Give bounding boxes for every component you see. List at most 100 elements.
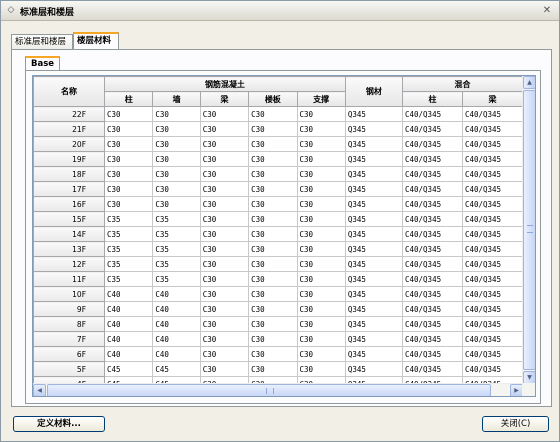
tab-floor-materials[interactable]: 楼层材料 [73, 32, 119, 50]
table-cell[interactable]: C40/Q345 [401, 331, 463, 347]
table-cell[interactable]: C30 [199, 181, 250, 197]
table-cell[interactable]: Q345 [344, 121, 403, 137]
table-cell[interactable]: C30 [199, 271, 250, 287]
table-cell[interactable]: Q345 [344, 316, 403, 332]
table-cell[interactable]: C30 [104, 106, 154, 122]
table-cell[interactable]: C30 [296, 196, 346, 212]
table-cell[interactable]: C40 [104, 316, 154, 332]
table-cell[interactable]: C30 [248, 121, 298, 137]
table-cell[interactable]: C30 [248, 286, 298, 302]
table-cell[interactable]: C40/Q345 [401, 256, 463, 272]
table-cell[interactable]: C30 [296, 151, 346, 167]
table-cell[interactable]: C45 [152, 361, 201, 377]
table-cell[interactable]: Q345 [344, 196, 403, 212]
table-cell[interactable]: C40/Q345 [461, 346, 523, 362]
header-rc-column[interactable]: 柱 [104, 91, 154, 107]
table-cell[interactable]: C30 [199, 121, 250, 137]
table-cell[interactable]: Q345 [344, 346, 403, 362]
row-header[interactable]: 12F [33, 256, 106, 272]
table-row[interactable]: 17F C30 C30 C30 C30 C30 Q345 C40/Q345 C40/Q345 [33, 181, 523, 197]
row-header[interactable]: 6F [33, 346, 106, 362]
table-cell[interactable]: C30 [296, 166, 346, 182]
table-cell[interactable]: C40/Q345 [461, 331, 523, 347]
table-cell[interactable]: C40/Q345 [461, 256, 523, 272]
table-cell[interactable]: C40/Q345 [461, 166, 523, 182]
table-row[interactable]: 12F C35 C35 C30 C30 C30 Q345 C40/Q345 C40/Q345 [33, 256, 523, 272]
row-header[interactable]: 14F [33, 226, 106, 242]
row-header[interactable]: 19F [33, 151, 106, 167]
table-cell[interactable]: C30 [248, 211, 298, 227]
table-row[interactable]: 22F C30 C30 C30 C30 C30 Q345 C40/Q345 C40/Q345 [33, 106, 523, 122]
row-header[interactable]: 9F [33, 301, 106, 317]
table-cell[interactable]: C30 [248, 196, 298, 212]
table-cell[interactable]: Q345 [344, 226, 403, 242]
header-steel[interactable]: 钢材 [344, 76, 403, 107]
table-cell[interactable]: C30 [199, 151, 250, 167]
header-mixed-beam[interactable]: 梁 [461, 91, 523, 107]
table-cell[interactable]: C30 [199, 316, 250, 332]
header-mixed[interactable]: 混合 [401, 76, 523, 92]
header-name[interactable]: 名称 [33, 76, 106, 107]
table-cell[interactable]: C30 [199, 361, 250, 377]
table-cell[interactable]: C40/Q345 [401, 361, 463, 377]
table-cell[interactable]: C30 [104, 121, 154, 137]
table-cell[interactable]: C30 [199, 136, 250, 152]
table-cell[interactable]: C35 [152, 211, 201, 227]
table-cell[interactable]: C40/Q345 [401, 151, 463, 167]
table-row[interactable]: 8F C40 C40 C30 C30 C30 Q345 C40/Q345 C40/Q345 [33, 316, 523, 332]
table-cell[interactable]: C30 [152, 196, 201, 212]
row-header[interactable]: 22F [33, 106, 106, 122]
horizontal-scroll-thumb[interactable] [47, 384, 491, 396]
table-cell[interactable]: C30 [248, 331, 298, 347]
table-cell[interactable]: C40/Q345 [461, 121, 523, 137]
table-cell[interactable]: C30 [248, 361, 298, 377]
row-header[interactable]: 20F [33, 136, 106, 152]
table-cell[interactable]: C35 [104, 256, 154, 272]
table-cell[interactable]: C30 [248, 346, 298, 362]
vertical-scroll-thumb[interactable] [523, 90, 535, 370]
define-material-button[interactable]: 定义材料... [13, 416, 105, 432]
table-row[interactable]: 16F C30 C30 C30 C30 C30 Q345 C40/Q345 C40/Q345 [33, 196, 523, 212]
table-cell[interactable]: C40/Q345 [401, 286, 463, 302]
table-cell[interactable]: C40 [104, 346, 154, 362]
table-cell[interactable]: C30 [152, 166, 201, 182]
table-cell[interactable]: Q345 [344, 271, 403, 287]
table-cell[interactable]: C35 [152, 271, 201, 287]
table-cell[interactable]: C40 [152, 346, 201, 362]
table-cell[interactable]: C30 [199, 331, 250, 347]
horizontal-scrollbar[interactable]: ◀ ▶ [33, 383, 523, 396]
table-cell[interactable]: C40/Q345 [401, 166, 463, 182]
table-cell[interactable]: C40/Q345 [461, 196, 523, 212]
table-cell[interactable]: C30 [104, 136, 154, 152]
table-cell[interactable]: C40/Q345 [461, 226, 523, 242]
table-cell[interactable]: C30 [199, 301, 250, 317]
table-cell[interactable]: C40/Q345 [461, 151, 523, 167]
row-header[interactable]: 5F [33, 361, 106, 377]
table-row[interactable]: 5F C45 C45 C30 C30 C30 Q345 C40/Q345 C40/Q345 [33, 361, 523, 377]
table-cell[interactable]: C35 [104, 241, 154, 257]
table-cell[interactable]: C30 [248, 151, 298, 167]
table-cell[interactable]: C35 [104, 271, 154, 287]
tab-standard-floors[interactable]: 标准层和楼层 [11, 34, 73, 50]
table-cell[interactable]: C30 [248, 226, 298, 242]
row-header[interactable]: 16F [33, 196, 106, 212]
table-cell[interactable]: C30 [199, 256, 250, 272]
table-row[interactable]: 14F C35 C35 C30 C30 C30 Q345 C40/Q345 C40/Q345 [33, 226, 523, 242]
table-row[interactable]: 18F C30 C30 C30 C30 C30 Q345 C40/Q345 C40/Q345 [33, 166, 523, 182]
table-cell[interactable]: C40/Q345 [401, 106, 463, 122]
table-cell[interactable]: C40/Q345 [461, 286, 523, 302]
table-cell[interactable]: Q345 [344, 181, 403, 197]
table-cell[interactable]: C30 [199, 346, 250, 362]
header-rc-beam[interactable]: 梁 [199, 91, 250, 107]
table-cell[interactable]: C30 [296, 121, 346, 137]
scroll-left-icon[interactable]: ◀ [33, 384, 46, 396]
table-cell[interactable]: C35 [152, 226, 201, 242]
table-cell[interactable]: C40/Q345 [401, 181, 463, 197]
table-row[interactable]: 10F C40 C40 C30 C30 C30 Q345 C40/Q345 C40/Q345 [33, 286, 523, 302]
table-cell[interactable]: C40/Q345 [461, 271, 523, 287]
table-cell[interactable]: C40/Q345 [461, 361, 523, 377]
table-cell[interactable]: C30 [248, 316, 298, 332]
table-cell[interactable]: C30 [199, 106, 250, 122]
table-cell[interactable]: C40 [152, 286, 201, 302]
table-cell[interactable]: C40/Q345 [401, 196, 463, 212]
